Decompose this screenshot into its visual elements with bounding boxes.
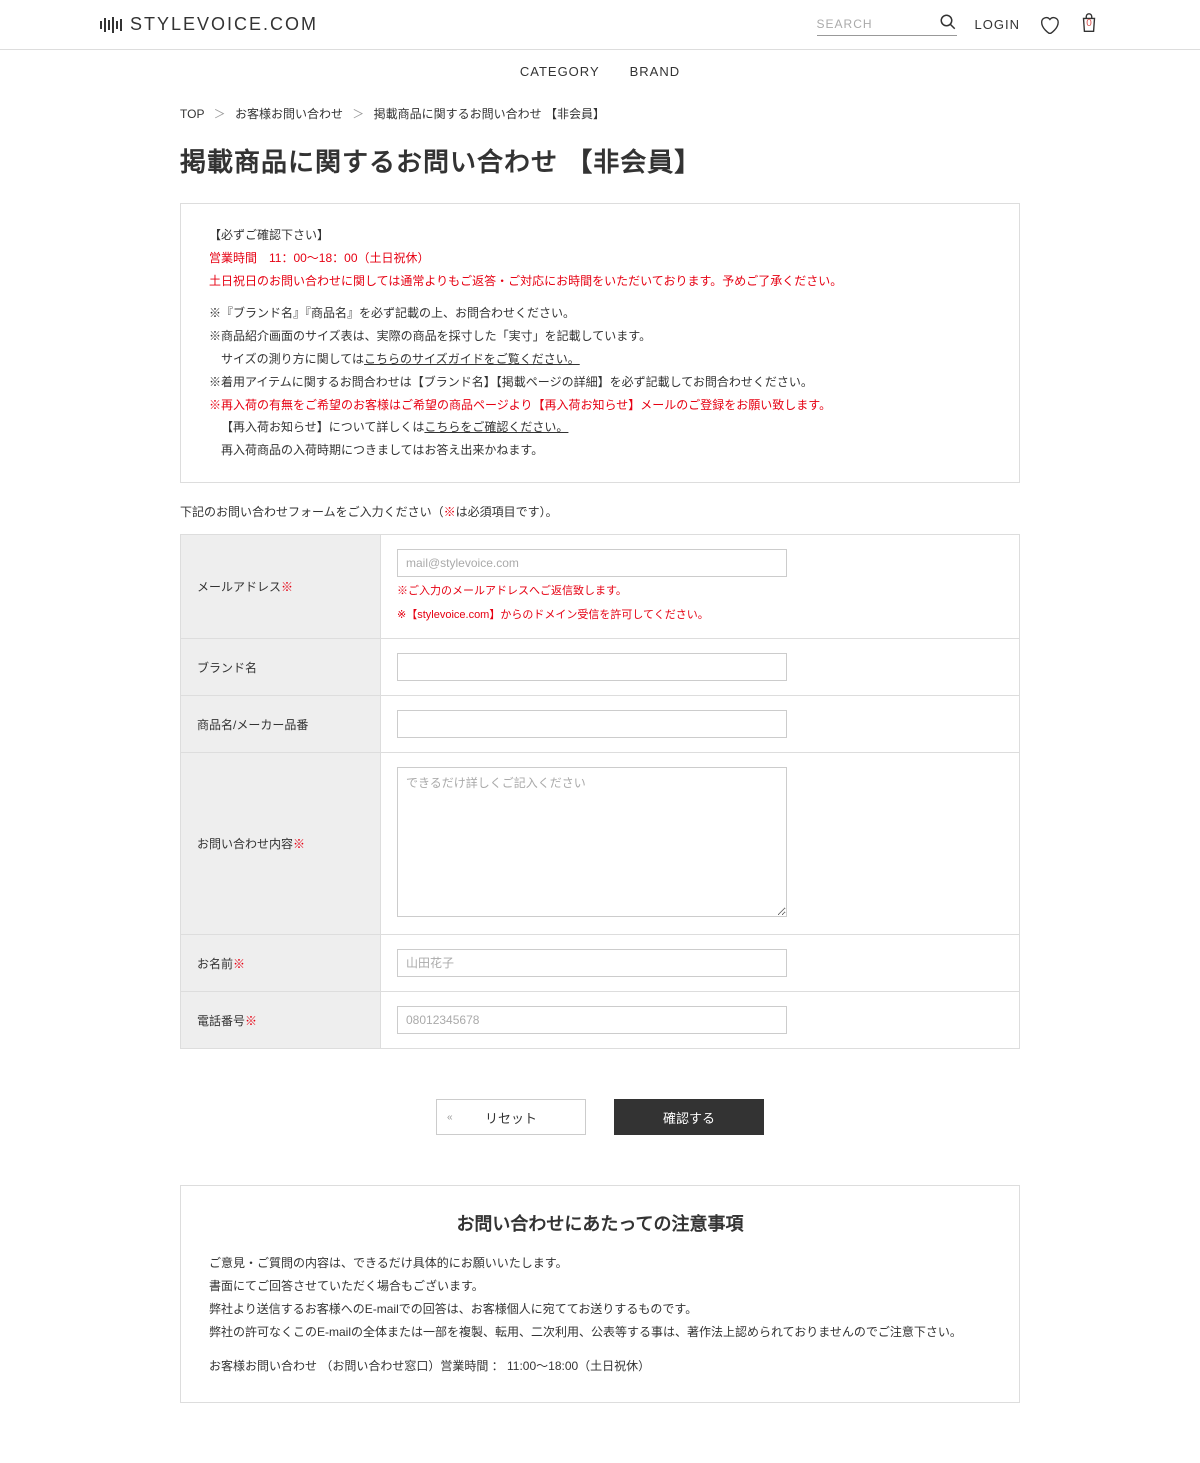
site-header: STYLEVOICE.COM LOGIN 0 [0,0,1200,50]
footer-p1: ご意見・ご質問の内容は、できるだけ具体的にお願いいたします。 [209,1252,991,1275]
notice-line-4: ※着用アイテムに関するお問合わせは【ブランド名】【掲載ページの詳細】を必ず記載し… [209,371,991,394]
breadcrumb-top[interactable]: TOP [180,107,204,121]
form-buttons: リセット 確認する [180,1099,1020,1135]
size-guide-link[interactable]: こちらのサイズガイドをご覧ください。 [364,352,580,366]
notice-confirm-title: 【必ずご確認下さい】 [209,224,991,247]
phone-field[interactable] [397,1006,787,1034]
wishlist-icon[interactable] [1038,14,1060,36]
footer-p5: お客様お問い合わせ （お問い合わせ窓口）営業時間 ： 11:00〜18:00（土… [209,1355,991,1378]
footer-p2: 書面にてご回答させていただく場合もございます。 [209,1275,991,1298]
search-box [817,13,957,36]
main-nav: CATEGORY BRAND [0,50,1200,93]
email-field[interactable] [397,549,787,577]
search-input[interactable] [817,13,957,35]
cart-link[interactable]: 0 [1078,12,1100,37]
search-icon[interactable] [939,13,957,34]
notice-line-7: 再入荷商品の入荷時期につきましてはお答え出来かねます。 [209,439,991,462]
nav-category[interactable]: CATEGORY [520,64,600,79]
form-intro: 下記のお問い合わせフォームをご入力ください（※は必須項目です）。 [180,503,1020,520]
bag-count: 0 [1086,18,1092,29]
site-logo[interactable]: STYLEVOICE.COM [100,14,318,35]
name-field[interactable] [397,949,787,977]
notice-holiday: 土日祝日のお問い合わせに関しては通常よりもご返答・ご対応にお時間をいただいており… [209,270,991,293]
breadcrumb-current: 掲載商品に関するお問い合わせ 【非会員】 [374,107,605,121]
product-label: 商品名/メーカー品番 [181,696,381,753]
nav-brand[interactable]: BRAND [630,64,681,79]
name-label: お名前※ [181,935,381,992]
footer-p4: 弊社の許可なくこのE-mailの全体または一部を複製、転用、二次利用、公表等する… [209,1321,991,1344]
brand-label: ブランド名 [181,639,381,696]
product-field[interactable] [397,710,787,738]
phone-label: 電話番号※ [181,992,381,1049]
breadcrumb-inquiry[interactable]: お客様お問い合わせ [235,107,343,121]
email-note-2: ※【stylevoice.com】からのドメイン受信を許可してください。 [397,607,1003,625]
notice-line-6: 【再入荷お知らせ】について詳しくはこちらをご確認ください。 [209,416,991,439]
submit-button[interactable]: 確認する [614,1099,764,1135]
logo-bars-icon [100,17,122,33]
footer-notice-title: お問い合わせにあたっての注意事項 [209,1210,991,1236]
notice-box: 【必ずご確認下さい】 営業時間 11：00〜18：00（土日祝休） 土日祝日のお… [180,203,1020,483]
notice-line-2: ※商品紹介画面のサイズ表は、実際の商品を採寸した「実寸」を記載しています。 [209,325,991,348]
email-label: メールアドレス※ [181,534,381,638]
header-actions: LOGIN 0 [817,12,1100,37]
restock-info-link[interactable]: こちらをご確認ください。 [424,420,568,434]
notice-line-1: ※『ブランド名』『商品名』を必ず記載の上、お問合わせください。 [209,302,991,325]
notice-line-3: サイズの測り方に関してはこちらのサイズガイドをご覧ください。 [209,348,991,371]
logo-text: STYLEVOICE.COM [130,14,318,35]
content-field[interactable] [397,767,787,917]
notice-hours: 営業時間 11：00〜18：00（土日祝休） [209,247,991,270]
inquiry-form: メールアドレス※ ※ご入力のメールアドレスへご返信致します。 ※【stylevo… [180,534,1020,1049]
breadcrumb: TOP ＞ お客様お問い合わせ ＞ 掲載商品に関するお問い合わせ 【非会員】 [180,93,1020,134]
notice-line-5: ※再入荷の有無をご希望のお客様はご希望の商品ページより【再入荷お知らせ】メールの… [209,394,991,417]
login-link[interactable]: LOGIN [975,17,1020,32]
email-note-1: ※ご入力のメールアドレスへご返信致します。 [397,583,1003,601]
content-label: お問い合わせ内容※ [181,753,381,935]
page-title: 掲載商品に関するお問い合わせ 【非会員】 [180,142,1020,179]
footer-notice: お問い合わせにあたっての注意事項 ご意見・ご質問の内容は、できるだけ具体的にお願… [180,1185,1020,1403]
reset-button[interactable]: リセット [436,1099,586,1135]
brand-field[interactable] [397,653,787,681]
footer-p3: 弊社より送信するお客様へのE-mailでの回答は、お客様個人に宛ててお送りするも… [209,1298,991,1321]
